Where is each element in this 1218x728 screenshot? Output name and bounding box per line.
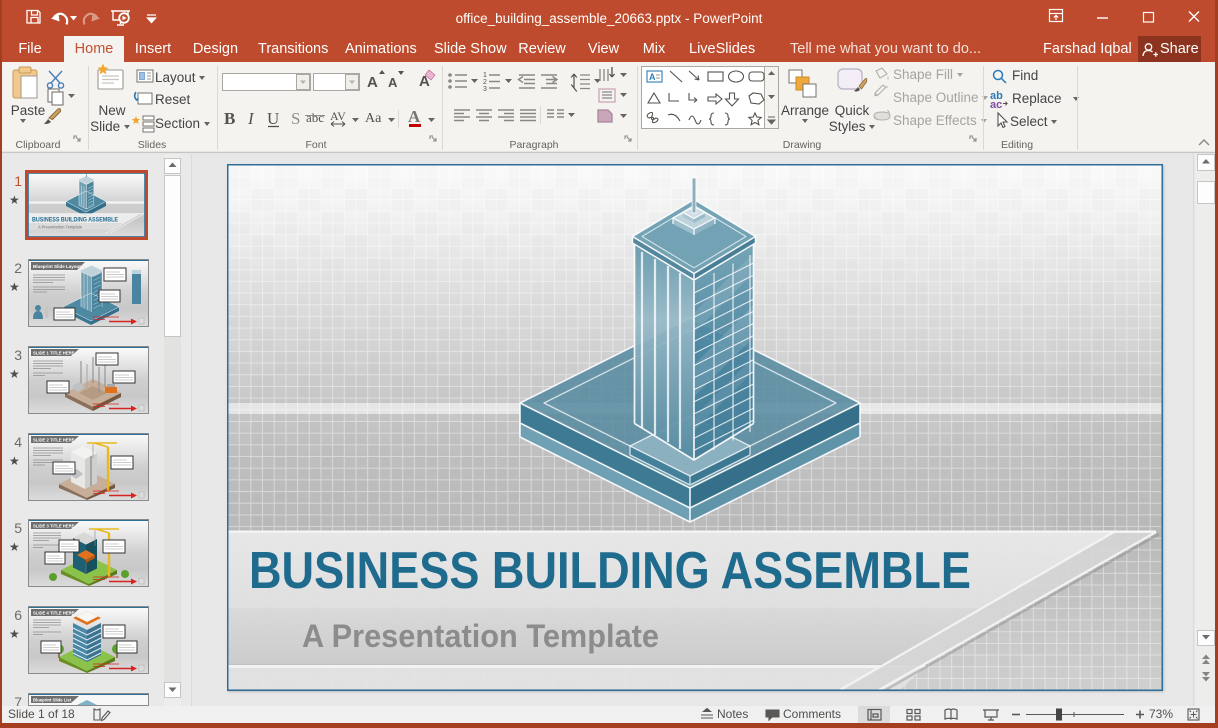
svg-text:A Presentation Template: A Presentation Template [38, 224, 83, 229]
svg-text:BUSINESS BUILDING ASSEMBLE: BUSINESS BUILDING ASSEMBLE [32, 217, 118, 223]
svg-text:SLIDE 2 TITLE HERE: SLIDE 2 TITLE HERE [33, 437, 75, 442]
svg-text:Blueprint Slide List: Blueprint Slide List [33, 697, 72, 702]
svg-text:AV: AV [330, 109, 346, 123]
svg-text:A: A [367, 74, 378, 91]
svg-text:SLIDE 4 TITLE HERE: SLIDE 4 TITLE HERE [33, 610, 75, 615]
svg-text:2: 2 [483, 79, 487, 86]
svg-text:I: I [247, 109, 255, 128]
svg-text:A Presentation Template: A Presentation Template [302, 618, 659, 654]
svg-text:BUSINESS BUILDING ASSEMBLE: BUSINESS BUILDING ASSEMBLE [249, 542, 971, 600]
svg-text:SLIDE 3 TITLE HERE: SLIDE 3 TITLE HERE [33, 523, 75, 528]
svg-text:Aa: Aa [365, 111, 382, 126]
svg-text:B: B [224, 109, 235, 128]
svg-text:3: 3 [483, 86, 487, 93]
svg-text:A: A [408, 107, 421, 126]
svg-text:ac: ac [990, 99, 1002, 111]
svg-text:SLIDE 1 TITLE HERE: SLIDE 1 TITLE HERE [33, 350, 75, 355]
svg-text:Blueprint Slide Layout: Blueprint Slide Layout [33, 264, 81, 269]
svg-text:S: S [291, 109, 300, 128]
svg-text:A: A [388, 75, 398, 90]
svg-text:1: 1 [483, 72, 487, 79]
svg-text:U: U [267, 109, 279, 128]
svg-text:abc: abc [306, 110, 324, 125]
svg-text:A: A [649, 72, 656, 82]
